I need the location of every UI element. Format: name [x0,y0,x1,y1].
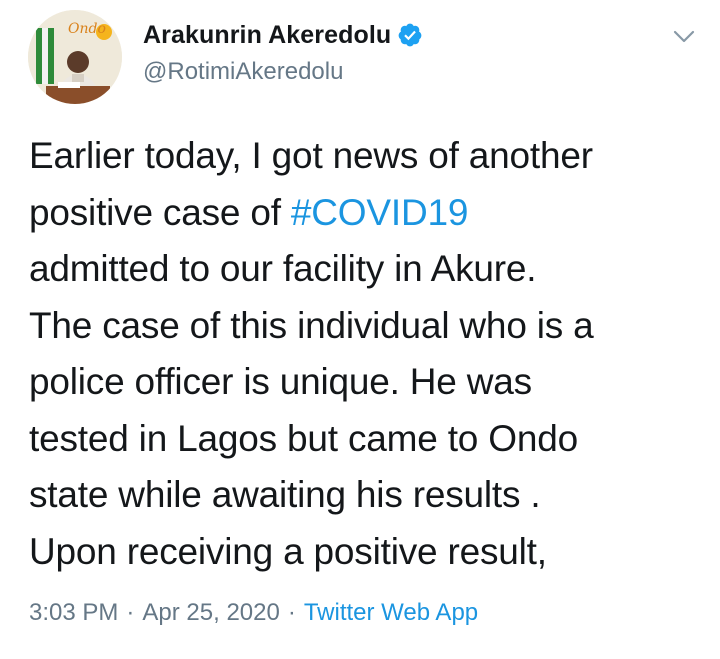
avatar[interactable]: Ondo [28,10,122,104]
chevron-down-icon[interactable] [670,22,698,50]
author-handle[interactable]: @RotimiAkeredolu [143,58,423,86]
tweet-text-segment: admitted to our facility in Akure. [29,248,537,289]
tweet-line: The case of this individual who is a [29,298,709,355]
tweet-line: positive case of #COVID19 [29,185,709,242]
tweet-line: Upon receiving a positive result, [29,524,709,581]
tweet-body: Earlier today, I got news of another pos… [29,128,709,580]
tweet-text-segment: The case of this individual who is a [29,304,594,346]
tweet-text-segment: police officer is unique. He was [29,361,532,402]
tweet-line: admitted to our facility in Akure. [29,241,709,298]
tweet-line: state while awaiting his results . [29,467,709,524]
tweet-meta: 3:03 PM · Apr 25, 2020 · Twitter Web App [29,599,478,627]
tweet-source-link[interactable]: Twitter Web App [304,599,478,626]
tweet-text-segment: Earlier today, I got news of another [29,135,593,176]
verified-badge-icon [397,22,423,48]
display-name-row: Arakunrin Akeredolu [143,16,423,54]
display-name[interactable]: Arakunrin Akeredolu [143,21,391,50]
tweet-text-segment: positive case of [29,191,291,233]
author-names: Arakunrin Akeredolu @RotimiAkeredolu [143,16,423,86]
tweet-text-segment: tested in Lagos but came to Ondo [29,417,578,459]
hashtag-link[interactable]: #COVID19 [291,192,469,233]
meta-separator: · [287,599,296,626]
tweet-header: Ondo Arakunrin Akeredolu @RotimiAkeredol… [28,10,698,106]
tweet-line: tested in Lagos but came to Ondo [29,411,709,468]
tweet-line: Earlier today, I got news of another [29,128,709,185]
avatar-logo-text: Ondo [68,21,106,37]
tweet-date[interactable]: Apr 25, 2020 [142,599,279,626]
tweet-card: Ondo Arakunrin Akeredolu @RotimiAkeredol… [0,0,720,659]
tweet-time[interactable]: 3:03 PM [29,599,118,626]
tweet-line: police officer is unique. He was [29,354,709,411]
meta-separator: · [126,599,135,626]
tweet-text-segment: Upon receiving a positive result, [29,530,547,572]
tweet-text-segment: state while awaiting his results . [29,474,541,515]
